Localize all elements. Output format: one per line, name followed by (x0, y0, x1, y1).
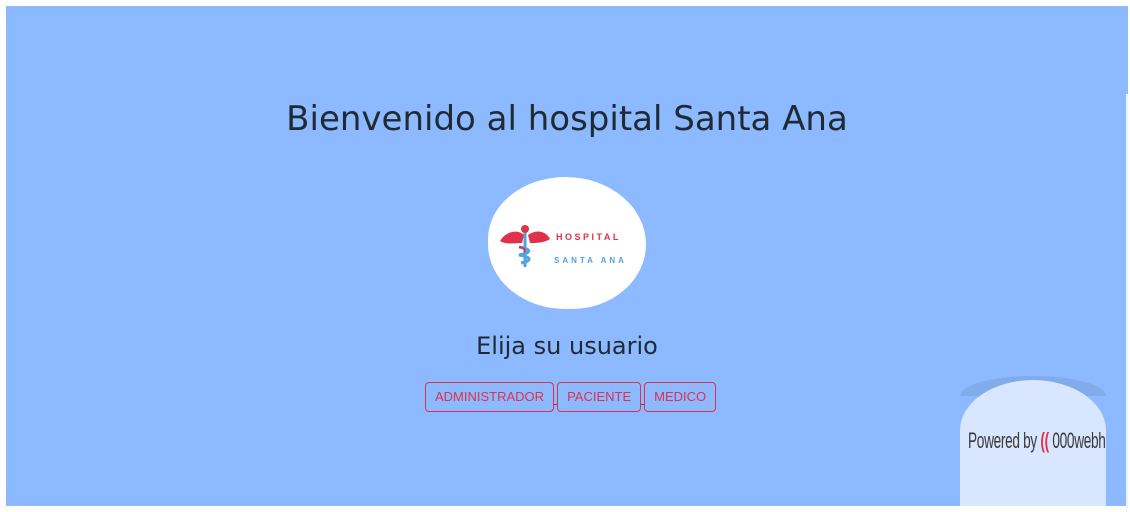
button-separator (554, 382, 558, 412)
caduceus-icon: HOSPITAL SANTA ANA (500, 225, 627, 267)
administrador-button[interactable]: ADMINISTRADOR (425, 381, 555, 412)
button-separator (641, 382, 645, 412)
logo-line-1: HOSPITAL (556, 232, 621, 242)
paciente-button[interactable]: PACIENTE (557, 381, 642, 412)
powered-by-badge[interactable]: Powered by (( 000webhost (960, 380, 1106, 506)
powered-by-label: Powered by (968, 428, 1037, 453)
page-title: Bienvenido al hospital Santa Ana (286, 99, 848, 139)
scroll-edge (1126, 94, 1128, 512)
medico-button[interactable]: MEDICO (644, 381, 717, 412)
logo-line-2: SANTA ANA (554, 256, 627, 265)
hospital-logo: HOSPITAL SANTA ANA (488, 177, 646, 309)
powered-by-text: Powered by (( 000webhost (968, 428, 1106, 454)
choose-user-heading: Elija su usuario (476, 332, 658, 360)
webhost-logo-icon: (( (1040, 428, 1049, 453)
role-buttons: ADMINISTRADOR PACIENTE MEDICO (425, 381, 717, 412)
webhost-brand: 000webhost (1052, 428, 1106, 453)
